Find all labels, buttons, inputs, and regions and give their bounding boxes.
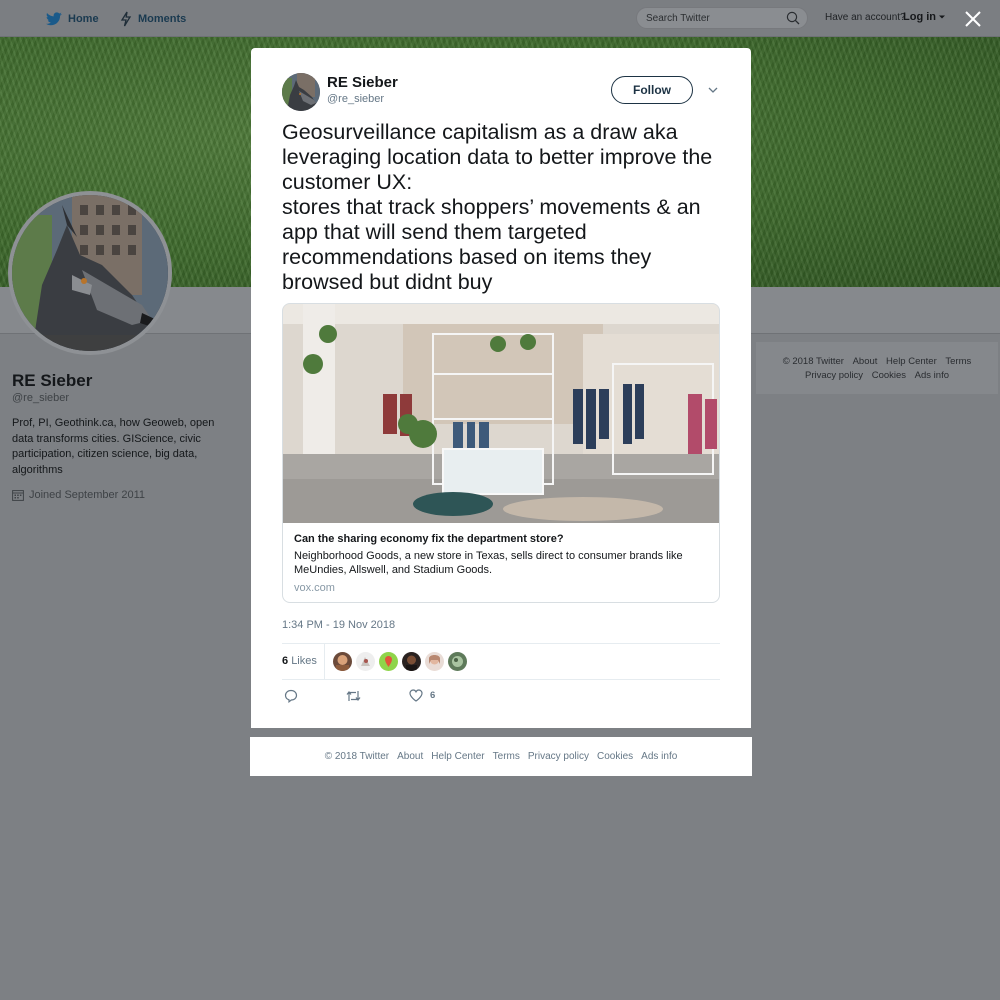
profile-joined: Joined September 2011 xyxy=(12,489,145,501)
tweet-stats: 6 Likes xyxy=(282,643,720,680)
close-icon[interactable] xyxy=(963,9,983,29)
card-domain: vox.com xyxy=(294,582,335,594)
like-button[interactable]: 6 xyxy=(409,689,435,702)
lightning-icon xyxy=(120,11,132,26)
wolf-avatar-image xyxy=(12,195,168,351)
have-account-text: Have an account? xyxy=(825,12,906,23)
profile-joined-label: Joined September 2011 xyxy=(29,489,145,501)
tweet-actions: 6 xyxy=(282,689,720,705)
wolf-avatar-image xyxy=(282,73,320,111)
nav-moments-label: Moments xyxy=(138,12,187,25)
footer-terms[interactable]: Terms xyxy=(493,751,520,762)
reply-icon xyxy=(284,689,298,703)
footer-cookies[interactable]: Cookies xyxy=(597,751,633,762)
likers-list xyxy=(333,652,471,671)
side-footer-terms[interactable]: Terms xyxy=(945,356,971,367)
heart-icon xyxy=(409,689,423,702)
like-count: 6 xyxy=(430,690,436,701)
footer-copyright: © 2018 Twitter xyxy=(324,751,390,762)
retweet-icon xyxy=(346,691,361,701)
author-avatar[interactable] xyxy=(282,73,320,111)
card-description: Neighborhood Goods, a new store in Texas… xyxy=(294,550,683,576)
liker-avatar[interactable] xyxy=(425,652,444,671)
liker-avatar[interactable] xyxy=(448,652,467,671)
author-handle[interactable]: @re_sieber xyxy=(327,93,384,105)
chevron-down-icon[interactable] xyxy=(706,83,720,97)
login-label: Log in xyxy=(903,11,936,23)
tweet-modal: RE Sieber @re_sieber Follow Geosurveilla… xyxy=(251,48,751,728)
side-footer-help-center[interactable]: Help Center xyxy=(886,356,937,367)
side-footer: © 2018 Twitter About Help Center Terms P… xyxy=(756,342,998,394)
likes-count[interactable]: 6 Likes xyxy=(282,655,317,667)
footer-privacy[interactable]: Privacy policy xyxy=(528,751,589,762)
retweet-button[interactable] xyxy=(346,689,361,703)
nav-moments[interactable]: Moments xyxy=(120,0,186,37)
twitter-bird-icon xyxy=(46,11,62,25)
liker-avatar[interactable] xyxy=(333,652,352,671)
likes-word: Likes xyxy=(291,655,317,667)
login-dropdown[interactable]: Log in xyxy=(903,11,946,23)
side-footer-ads-info[interactable]: Ads info xyxy=(915,370,949,381)
card-title: Can the sharing economy fix the departme… xyxy=(294,533,564,545)
footer-ads-info[interactable]: Ads info xyxy=(641,751,677,762)
stats-divider xyxy=(324,644,325,680)
likes-number: 6 xyxy=(282,655,289,667)
modal-footer: © 2018 Twitter About Help Center Terms P… xyxy=(250,737,752,776)
tweet-timestamp[interactable]: 1:34 PM - 19 Nov 2018 xyxy=(282,619,395,631)
follow-button[interactable]: Follow xyxy=(611,76,693,104)
author-name[interactable]: RE Sieber xyxy=(327,74,398,91)
side-footer-about[interactable]: About xyxy=(853,356,878,367)
liker-avatar[interactable] xyxy=(402,652,421,671)
reply-button[interactable] xyxy=(284,689,298,703)
side-footer-privacy[interactable]: Privacy policy xyxy=(805,370,863,381)
nav-home-label: Home xyxy=(68,12,99,25)
top-navigation-bar: Home Moments Have an account? Log in xyxy=(0,0,1000,37)
liker-avatar[interactable] xyxy=(356,652,375,671)
profile-bio: Prof, PI, Geothink.ca, how Geoweb, open … xyxy=(12,417,215,476)
profile-avatar[interactable] xyxy=(8,191,172,355)
nav-home[interactable]: Home xyxy=(46,0,99,37)
link-card[interactable]: Can the sharing economy fix the departme… xyxy=(282,303,720,603)
card-image xyxy=(283,304,719,523)
caret-down-icon xyxy=(939,15,945,19)
side-footer-copyright: © 2018 Twitter xyxy=(782,356,844,367)
store-interior-image xyxy=(283,304,719,523)
profile-name[interactable]: RE Sieber xyxy=(12,371,92,391)
search-input[interactable] xyxy=(637,8,777,28)
profile-handle[interactable]: @re_sieber xyxy=(12,392,69,404)
search-box xyxy=(636,7,808,29)
footer-about[interactable]: About xyxy=(397,751,423,762)
side-footer-cookies[interactable]: Cookies xyxy=(872,370,906,381)
calendar-icon xyxy=(12,490,24,501)
search-icon[interactable] xyxy=(786,11,800,25)
tweet-text: Geosurveillance capitalism as a draw aka… xyxy=(282,120,713,294)
liker-avatar[interactable] xyxy=(379,652,398,671)
footer-help-center[interactable]: Help Center xyxy=(431,751,484,762)
